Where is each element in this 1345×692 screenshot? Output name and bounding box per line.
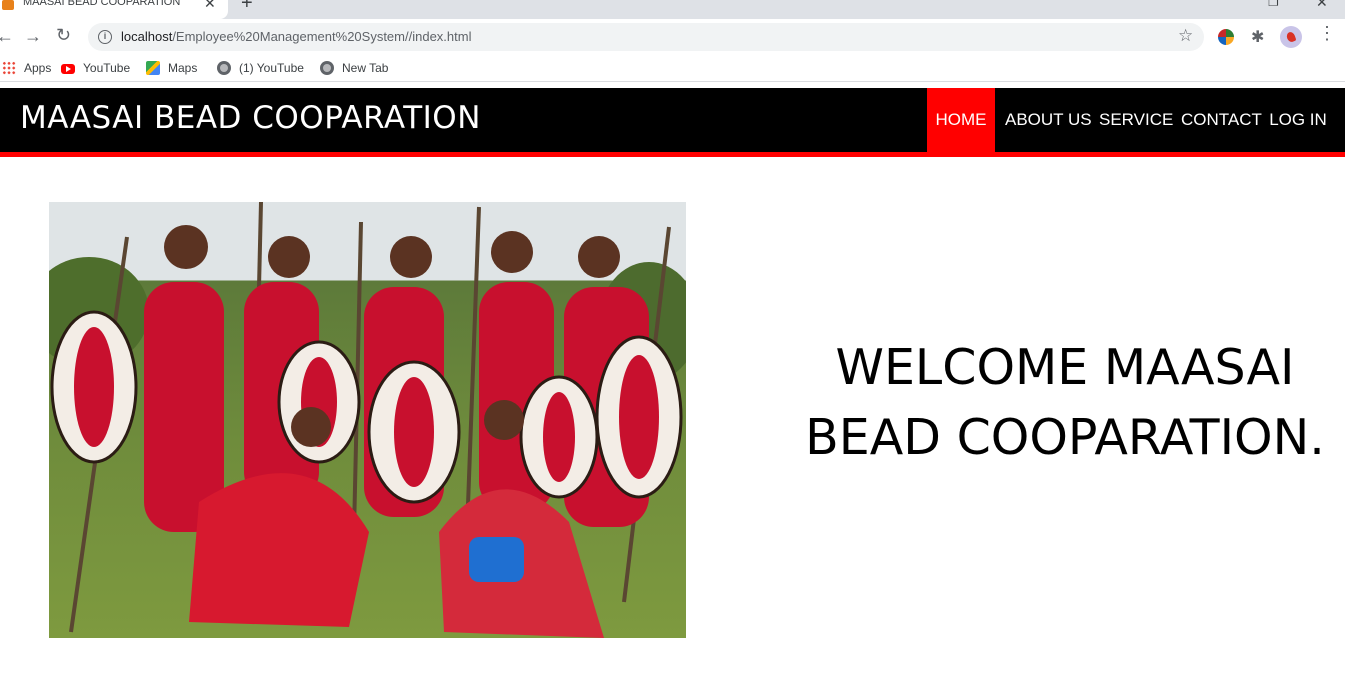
tab-close-icon[interactable]: ✕ <box>204 0 216 12</box>
bookmark-maps[interactable]: Maps <box>146 61 197 75</box>
back-arrow-icon[interactable]: ← <box>0 26 14 47</box>
bookmark-apps[interactable]: Apps <box>2 61 51 75</box>
globe-icon <box>320 61 334 75</box>
tab-title: MAASAI BEAD COOPARATION <box>23 0 181 8</box>
hero-photo <box>49 202 686 638</box>
globe-icon <box>217 61 231 75</box>
window-restore-icon[interactable]: ❐ <box>1268 0 1279 9</box>
nav-log-in[interactable]: LOG IN <box>1269 88 1327 152</box>
address-bar[interactable]: i localhost/Employee%20Management%20Syst… <box>88 23 1204 51</box>
browser-toolbar: ← → ↻ i localhost/Employee%20Management%… <box>0 19 1345 56</box>
bookmark-star-icon[interactable]: ☆ <box>1178 26 1193 46</box>
browser-tabstrip: MAASAI BEAD COOPARATION ✕ + ❐ ✕ <box>0 0 1345 19</box>
browser-menu-icon[interactable]: ⋮ <box>1318 24 1336 42</box>
forward-arrow-icon[interactable]: → <box>24 26 42 47</box>
nav-service[interactable]: SERVICE <box>1099 88 1173 152</box>
site-favicon-icon <box>2 0 14 10</box>
welcome-line-1: WELCOME MAASAI <box>835 339 1295 396</box>
youtube-icon <box>61 64 75 74</box>
nav-about-us[interactable]: ABOUT US <box>1005 88 1092 152</box>
new-tab-button[interactable]: + <box>241 0 253 15</box>
browser-tab[interactable]: MAASAI BEAD COOPARATION ✕ <box>0 0 228 19</box>
reload-icon[interactable]: ↻ <box>56 25 71 46</box>
bookmark-youtube[interactable]: YouTube <box>61 61 130 75</box>
bookmark-new-tab[interactable]: New Tab <box>320 61 388 75</box>
nav-home[interactable]: HOME <box>927 88 995 152</box>
header-accent-line <box>0 152 1345 157</box>
welcome-line-2: BEAD COOPARATION. <box>805 409 1325 466</box>
extensions-puzzle-icon[interactable]: ✱ <box>1251 27 1264 47</box>
extension-icon[interactable] <box>1218 29 1234 45</box>
url-text[interactable]: localhost/Employee%20Management%20System… <box>121 29 471 44</box>
nav-contact[interactable]: CONTACT <box>1181 88 1262 152</box>
profile-avatar[interactable] <box>1280 26 1302 48</box>
bookmarks-bar: Apps YouTube Maps (1) YouTube New Tab <box>0 56 1345 82</box>
bookmark-youtube-1[interactable]: (1) YouTube <box>217 61 304 75</box>
window-close-icon[interactable]: ✕ <box>1316 0 1328 11</box>
apps-grid-icon <box>2 61 16 75</box>
site-title[interactable]: MAASAI BEAD COOPARATION <box>20 100 481 136</box>
welcome-heading: WELCOME MAASAI BEAD COOPARATION. <box>785 333 1345 473</box>
site-info-icon[interactable]: i <box>98 30 112 44</box>
maps-icon <box>146 61 160 75</box>
